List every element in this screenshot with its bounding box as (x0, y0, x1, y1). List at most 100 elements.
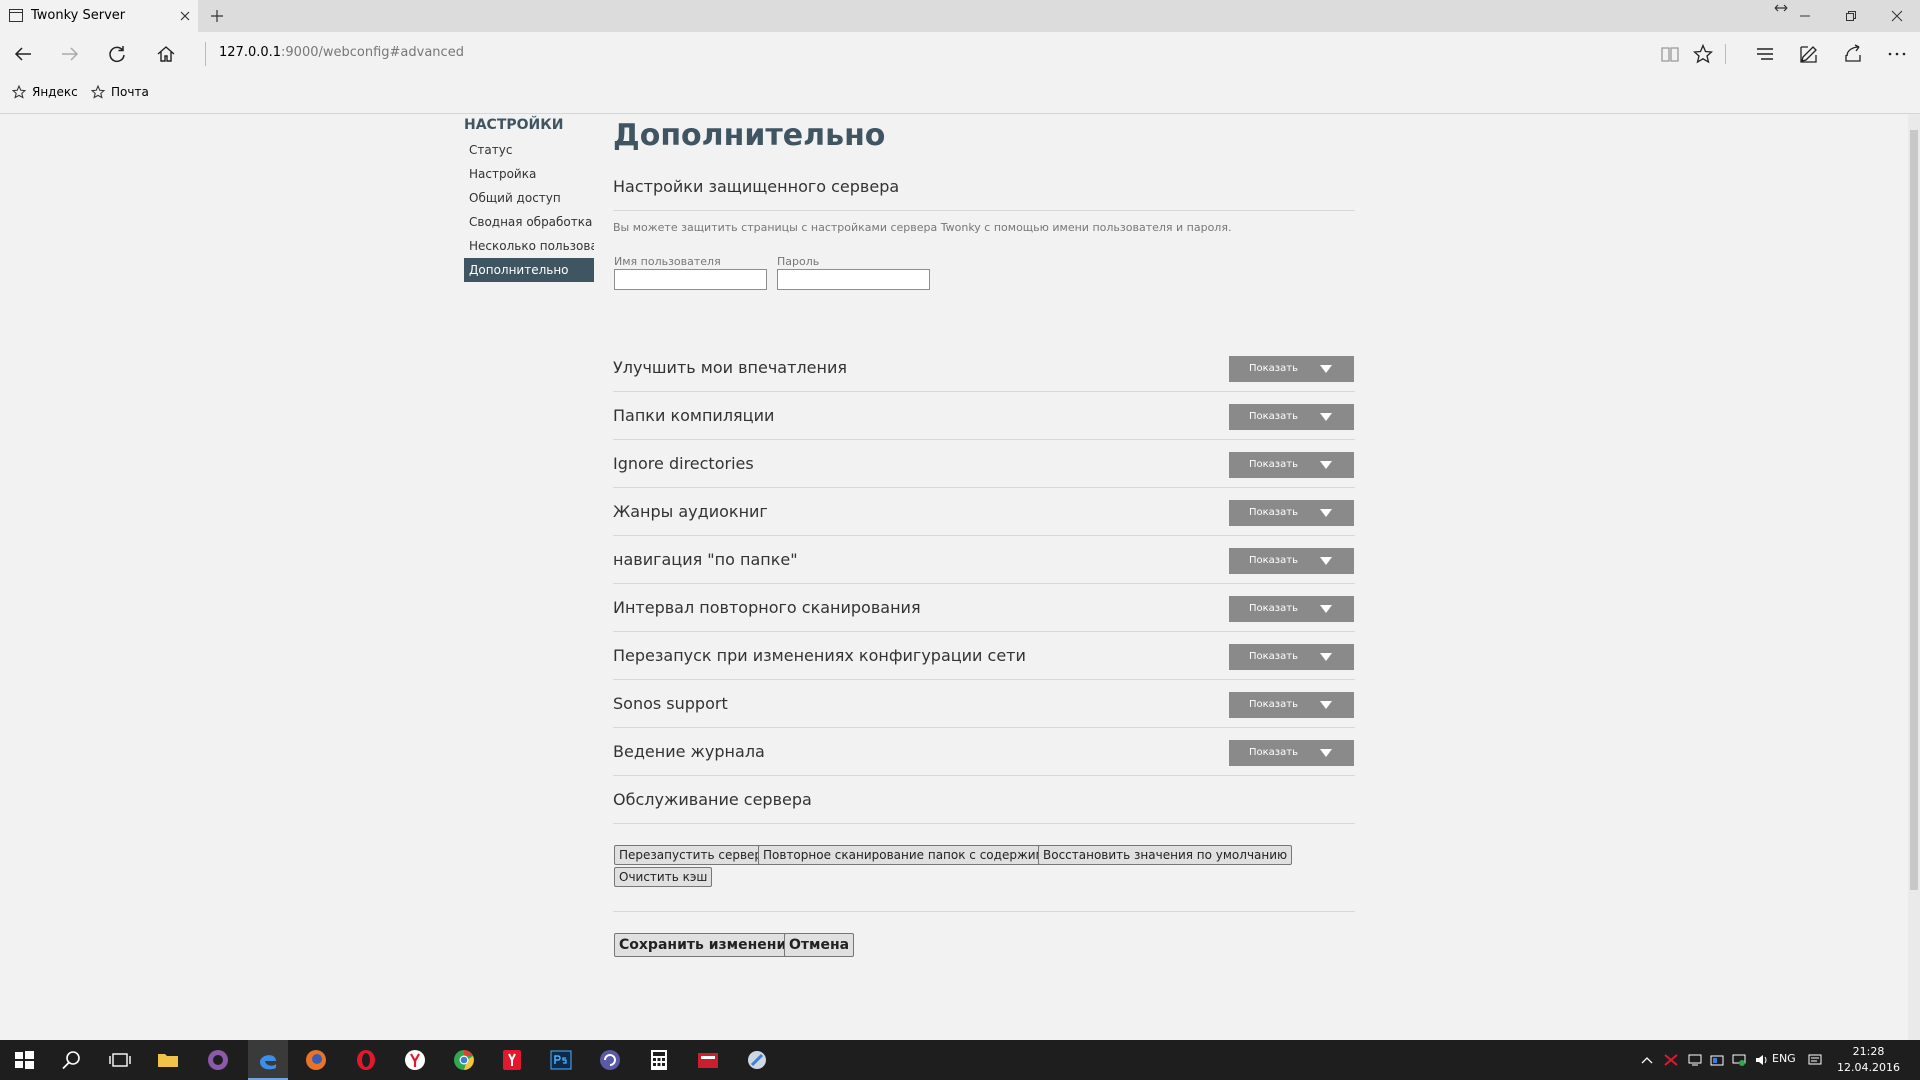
show-button[interactable]: Показать (1229, 404, 1354, 430)
dropdown-arrow-icon (1320, 365, 1332, 373)
show-button[interactable]: Показать (1229, 644, 1354, 670)
scrollbar-thumb[interactable] (1910, 130, 1918, 890)
section-rescan-interval: Интервал повторного сканирования (613, 598, 921, 617)
show-button-label: Показать (1249, 411, 1298, 422)
edge-browser-icon[interactable] (256, 1048, 280, 1072)
notifications-icon[interactable] (1808, 1053, 1822, 1067)
show-button[interactable]: Показать (1229, 692, 1354, 718)
divider (613, 631, 1355, 632)
restore-button[interactable] (1828, 0, 1874, 32)
sidebar-item-multiuser[interactable]: Несколько пользовате (464, 234, 594, 258)
browser-tab[interactable]: Twonky Server (0, 0, 198, 32)
favorite-button[interactable] (1690, 41, 1716, 67)
web-note-button[interactable] (1796, 41, 1822, 67)
app-red-folder-icon[interactable] (696, 1048, 720, 1072)
back-button[interactable] (10, 41, 36, 67)
calculator-icon[interactable] (647, 1048, 671, 1072)
reading-view-button[interactable] (1657, 41, 1683, 67)
page-icon (9, 9, 23, 22)
dropdown-arrow-icon (1320, 413, 1332, 421)
section-improve-experience: Улучшить мои впечатления (613, 358, 847, 377)
page-content: НАСТРОЙКИ Статус Настройка Общий доступ … (0, 114, 1908, 996)
minimize-button[interactable] (1782, 0, 1828, 32)
new-tab-icon[interactable] (208, 7, 226, 25)
chevron-up-icon[interactable] (1640, 1053, 1654, 1067)
clear-cache-button[interactable]: Очистить кэш (614, 867, 713, 887)
sidebar-item-aggregation[interactable]: Сводная обработка (464, 210, 594, 234)
favorite-yandex[interactable]: Яндекс (12, 85, 78, 99)
chrome-icon[interactable] (452, 1048, 476, 1072)
tray-display-icon[interactable] (1688, 1053, 1702, 1067)
sidebar-item-status[interactable]: Статус (464, 138, 594, 162)
back-arrow-icon (14, 47, 31, 61)
browser-navbar: 127.0.0.1:9000/webconfig#advanced (0, 32, 1920, 76)
section-sonos-support: Sonos support (613, 694, 728, 713)
photoshop-icon[interactable] (549, 1048, 573, 1072)
refresh-icon (109, 46, 125, 63)
task-view-icon[interactable] (108, 1048, 132, 1072)
show-button[interactable]: Показать (1229, 356, 1354, 382)
divider (613, 823, 1355, 824)
hub-icon (1757, 48, 1773, 60)
show-button[interactable]: Показать (1229, 548, 1354, 574)
show-button[interactable]: Показать (1229, 740, 1354, 766)
sidebar-item-sharing[interactable]: Общий доступ (464, 186, 594, 210)
show-button[interactable]: Показать (1229, 596, 1354, 622)
firefox-icon[interactable] (304, 1048, 328, 1072)
username-input[interactable] (614, 269, 767, 290)
forward-button[interactable] (57, 41, 83, 67)
forward-arrow-icon (62, 47, 79, 61)
file-explorer-icon[interactable] (156, 1048, 180, 1072)
refresh-button[interactable] (104, 41, 130, 67)
pen-note-icon (1800, 46, 1817, 63)
more-button[interactable] (1884, 41, 1910, 67)
divider (613, 727, 1355, 728)
close-tab-icon[interactable] (176, 7, 194, 25)
hub-button[interactable] (1752, 41, 1778, 67)
star-icon (1693, 44, 1713, 64)
divider (613, 439, 1355, 440)
cancel-button[interactable]: Отмена (784, 933, 855, 957)
tray-network-icon[interactable] (1732, 1053, 1746, 1067)
rescan-folders-button[interactable]: Повторное сканирование папок с содержимы… (758, 845, 1069, 865)
dropdown-arrow-icon (1320, 653, 1332, 661)
close-window-button[interactable] (1874, 0, 1920, 32)
sidebar-title: НАСТРОЙКИ (464, 117, 564, 133)
language-indicator[interactable]: ENG (1772, 1052, 1796, 1065)
secure-server-description: Вы можете защитить страницы с настройкам… (613, 221, 1232, 234)
yandex-browser-icon[interactable] (403, 1048, 427, 1072)
divider (613, 775, 1355, 776)
restart-server-button[interactable]: Перезапустить сервер (614, 845, 768, 865)
url-host: 127.0.0.1 (219, 45, 282, 60)
yandex-icon[interactable] (500, 1048, 524, 1072)
dropdown-arrow-icon (1320, 461, 1332, 469)
sidebar-item-setup[interactable]: Настройка (464, 162, 594, 186)
sidebar-item-advanced[interactable]: Дополнительно (464, 258, 594, 282)
app-swirl-icon[interactable] (598, 1048, 622, 1072)
divider (613, 535, 1355, 536)
section-audiobook-genres: Жанры аудиокниг (613, 502, 768, 521)
url-path: :9000/webconfig#advanced (281, 45, 464, 60)
show-button[interactable]: Показать (1229, 500, 1354, 526)
show-button-label: Показать (1249, 747, 1298, 758)
favorite-mail[interactable]: Почта (91, 85, 149, 99)
address-bar[interactable]: 127.0.0.1:9000/webconfig#advanced (219, 45, 464, 60)
maintenance-title: Обслуживание сервера (613, 790, 812, 809)
app-tools-icon[interactable] (745, 1048, 769, 1072)
tray-monitor-icon[interactable] (1710, 1053, 1724, 1067)
restore-defaults-button[interactable]: Восстановить значения по умолчанию (1038, 845, 1293, 865)
system-clock[interactable]: 21:28 12.04.2016 (1837, 1044, 1900, 1076)
app-purple-circle-icon[interactable] (206, 1048, 230, 1072)
home-button[interactable] (153, 41, 179, 67)
divider (613, 210, 1355, 211)
section-folder-navigation: навигация "по папке" (613, 550, 798, 569)
password-input[interactable] (777, 269, 930, 290)
show-button[interactable]: Показать (1229, 452, 1354, 478)
windows-start-icon[interactable] (12, 1048, 36, 1072)
save-changes-button[interactable]: Сохранить изменения (614, 933, 801, 957)
search-icon[interactable] (60, 1048, 84, 1072)
opera-icon[interactable] (354, 1048, 378, 1072)
volume-icon[interactable] (1755, 1053, 1769, 1067)
share-button[interactable] (1840, 41, 1866, 67)
tray-app-icon[interactable] (1664, 1053, 1678, 1067)
